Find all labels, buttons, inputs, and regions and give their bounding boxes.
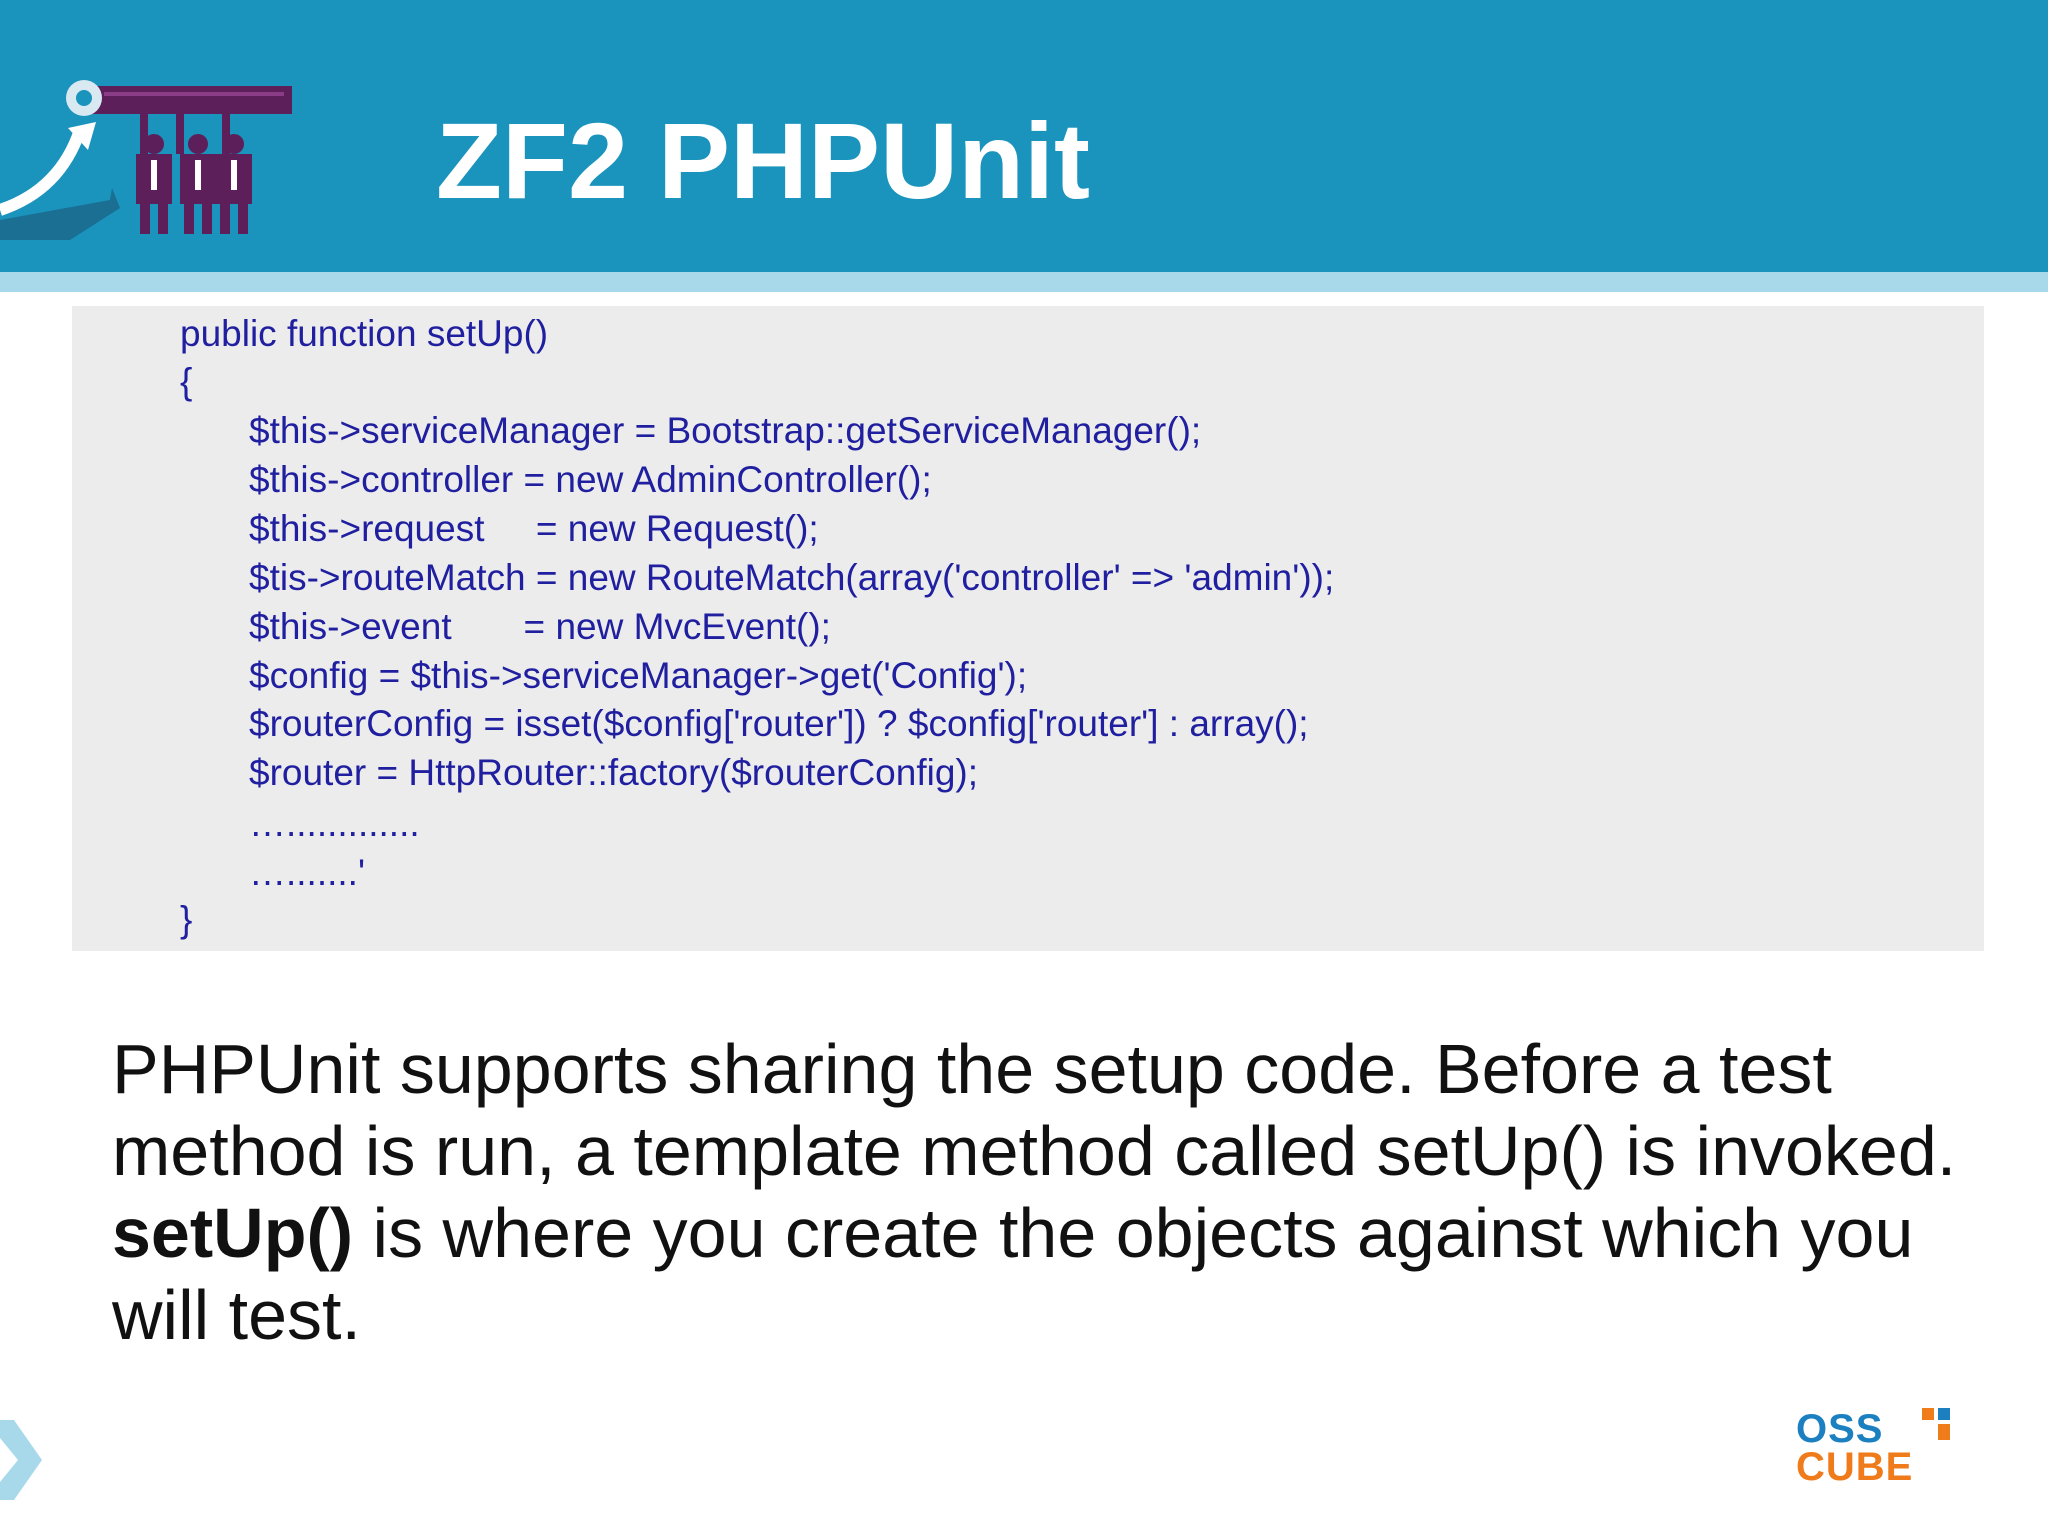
code-line: $routerConfig = isset($config['router'])… [249, 703, 1309, 744]
code-line: $this->event = new MvcEvent(); [249, 606, 831, 647]
slide: ZF2 PHPUnit public function setUp() { $t… [0, 0, 2048, 1536]
code-line: $this->request = new Request(); [249, 508, 819, 549]
code-line: $config = $this->serviceManager->get('Co… [249, 655, 1028, 696]
code-line: public function setUp() [180, 313, 549, 354]
code-line: $tis->routeMatch = new RouteMatch(array(… [249, 557, 1335, 598]
teamwork-illustration [0, 80, 292, 240]
code-line: { [180, 361, 193, 402]
code-line: $this->serviceManager = Bootstrap::getSe… [249, 410, 1202, 451]
osscube-logo: OSS CUBE [1796, 1407, 1950, 1484]
code-line: $router = HttpRouter::factory($routerCon… [249, 752, 979, 793]
slide-title: ZF2 PHPUnit [436, 100, 1091, 221]
code-line: $this->controller = new AdminController(… [249, 459, 932, 500]
code-line: } [180, 899, 193, 940]
svg-text:CUBE: CUBE [1796, 1445, 1913, 1484]
code-block: public function setUp() { $this->service… [72, 306, 1984, 951]
body-text-part: is where you create the objects against … [112, 1194, 1914, 1354]
header-band: ZF2 PHPUnit [0, 0, 2048, 272]
chevron-right-icon [0, 1420, 42, 1500]
body-text-part: PHPUnit supports sharing the setup code.… [112, 1030, 1957, 1190]
body-text-bold: setUp() [112, 1194, 354, 1272]
code-line: ….......' [249, 852, 366, 893]
body-paragraph: PHPUnit supports sharing the setup code.… [112, 1028, 1962, 1356]
header-accent-strip [0, 272, 2048, 292]
code-line: …............. [249, 803, 420, 844]
